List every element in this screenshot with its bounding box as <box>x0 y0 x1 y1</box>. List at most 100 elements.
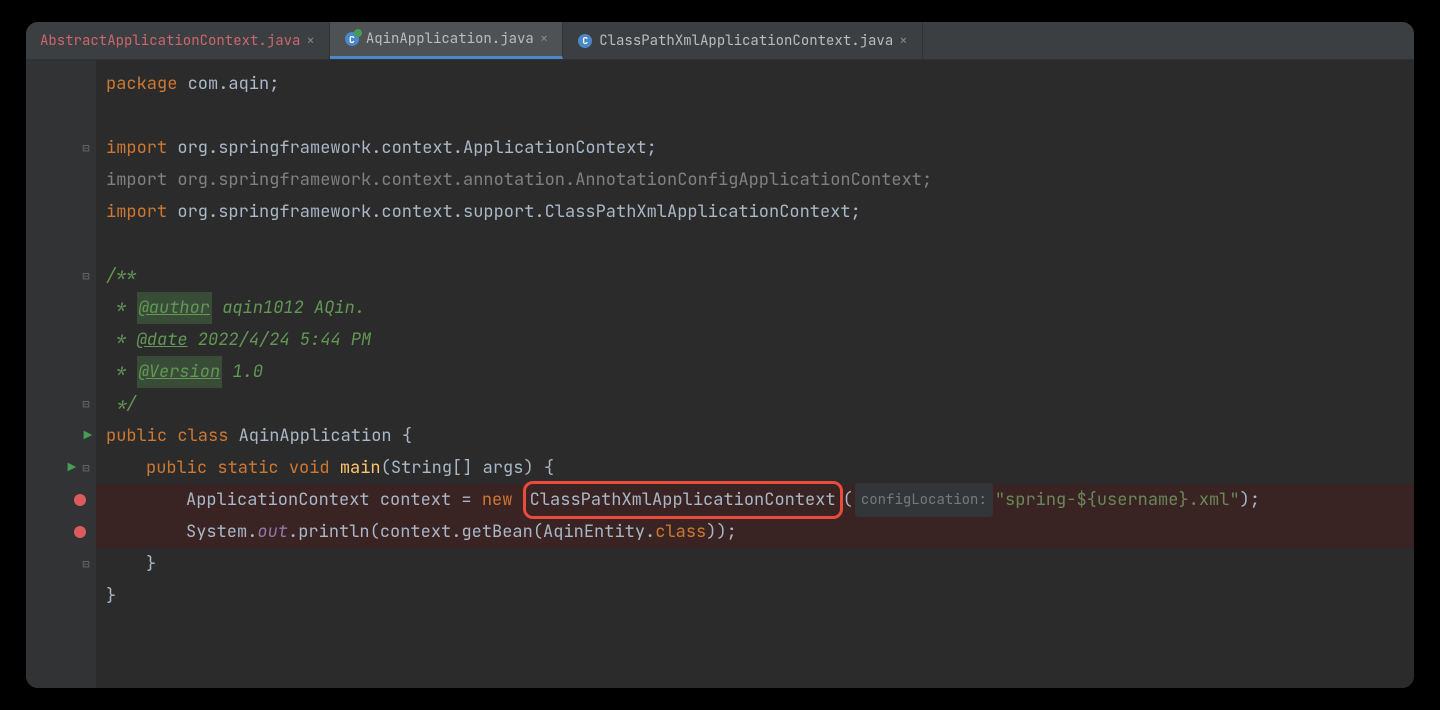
keyword: import <box>106 196 177 228</box>
keyword: new <box>482 484 523 516</box>
close-icon[interactable]: × <box>540 30 548 48</box>
punct: ( <box>381 452 391 484</box>
code-line <box>96 228 1414 260</box>
code-area[interactable]: package com.aqin; import org.springframe… <box>96 60 1414 688</box>
import-path: org.springframework.context.support.Clas… <box>177 196 850 228</box>
static-field: out <box>257 516 288 548</box>
code-line: } <box>96 548 1414 580</box>
method-call: getBean <box>461 516 532 548</box>
javadoc: * <box>106 356 137 388</box>
punct: . <box>451 516 461 548</box>
keyword: class <box>655 516 706 548</box>
tab-aqin-application[interactable]: C AqinApplication.java × <box>330 22 563 59</box>
code-line: import org.springframework.context.suppo… <box>96 196 1414 228</box>
javadoc: * <box>106 292 137 324</box>
brace: } <box>146 548 156 580</box>
operator: = <box>461 484 481 516</box>
tab-abstract-application-context[interactable]: AbstractApplicationContext.java × <box>26 22 330 59</box>
brace: { <box>402 420 412 452</box>
param: args <box>483 452 524 484</box>
punct: ; <box>269 68 279 100</box>
punct: ( <box>370 516 380 548</box>
close-icon[interactable]: × <box>899 32 907 50</box>
fold-icon[interactable]: ⊟ <box>80 140 92 156</box>
brace: { <box>544 452 554 484</box>
tab-classpath-xml-application-context[interactable]: C ClassPathXmlApplicationContext.java × <box>563 22 922 59</box>
run-icon[interactable]: ▶ <box>68 459 76 477</box>
code-line: package com.aqin; <box>96 68 1414 100</box>
code-line: * @author aqin1012 AQin. <box>96 292 1414 324</box>
editor-window: AbstractApplicationContext.java × C Aqin… <box>26 22 1414 688</box>
punct: ; <box>727 516 737 548</box>
import-path: org.springframework.context.ApplicationC… <box>177 132 646 164</box>
keyword: package <box>106 68 188 100</box>
punct: . <box>645 516 655 548</box>
close-icon[interactable]: × <box>306 32 314 50</box>
javadoc-tag: @date <box>137 324 188 356</box>
code-line: ApplicationContext context = new ClassPa… <box>96 484 1414 516</box>
code-line: * @date 2022/4/24 5:44 PM <box>96 324 1414 356</box>
editor-body: ⊟ ⊟ ⊟ ▶ ▶⊟ ⊟ package com.aqin; import or… <box>26 60 1414 688</box>
class-name: AqinApplication <box>239 420 402 452</box>
javadoc: */ <box>106 388 137 420</box>
punct: ( <box>843 484 853 516</box>
unused-import: import org.springframework.context.annot… <box>106 164 932 196</box>
code-line: import org.springframework.context.Appli… <box>96 132 1414 164</box>
string-literal: "spring-${username}.xml" <box>995 484 1240 516</box>
gutter[interactable]: ⊟ ⊟ ⊟ ▶ ▶⊟ ⊟ <box>26 60 96 688</box>
code-line <box>96 100 1414 132</box>
variable: context <box>380 484 462 516</box>
punct: [] <box>452 452 483 484</box>
punct: ( <box>533 516 543 548</box>
keyword: import <box>106 132 177 164</box>
tab-label: AbstractApplicationContext.java <box>40 32 300 50</box>
javadoc-tag: @author <box>137 292 212 324</box>
keyword: void <box>289 452 340 484</box>
javadoc-tag: @Version <box>137 356 223 388</box>
javadoc: * <box>106 324 137 356</box>
punct: ; <box>647 132 657 164</box>
code-line: System.out.println(context.getBean(AqinE… <box>96 516 1414 548</box>
run-icon[interactable]: ▶ <box>84 427 92 445</box>
code-line: */ <box>96 388 1414 420</box>
punct: ) <box>523 452 543 484</box>
keyword: static <box>217 452 288 484</box>
code-line: public static void main(String[] args) { <box>96 452 1414 484</box>
class-ref: AqinEntity <box>543 516 645 548</box>
javadoc: /** <box>106 260 137 292</box>
class-icon-letter: C <box>578 34 592 48</box>
highlighted-constructor: ClassPathXmlApplicationContext <box>523 481 843 519</box>
punct: ; <box>851 196 861 228</box>
javadoc-text: aqin1012 AQin. <box>212 292 365 324</box>
method-call: println <box>298 516 369 548</box>
package-name: com.aqin <box>188 68 270 100</box>
code-line: import org.springframework.context.annot… <box>96 164 1414 196</box>
method-name: main <box>340 452 381 484</box>
code-line: /** <box>96 260 1414 292</box>
fold-icon[interactable]: ⊟ <box>80 268 92 284</box>
breakpoint-icon[interactable] <box>74 526 86 538</box>
class-ref: System. <box>186 516 257 548</box>
tab-bar: AbstractApplicationContext.java × C Aqin… <box>26 22 1414 60</box>
code-line: public class AqinApplication { <box>96 420 1414 452</box>
fold-icon[interactable]: ⊟ <box>80 460 92 476</box>
java-class-icon: C <box>577 33 593 49</box>
javadoc-text: 1.0 <box>222 356 263 388</box>
type: String <box>391 452 452 484</box>
class-icon-letter: C <box>345 32 359 46</box>
fold-end-icon[interactable]: ⊟ <box>80 396 92 412</box>
tab-label: ClassPathXmlApplicationContext.java <box>599 32 893 50</box>
code-line: * @Version 1.0 <box>96 356 1414 388</box>
keyword: class <box>177 420 238 452</box>
type: ApplicationContext <box>186 484 380 516</box>
punct: ); <box>1240 484 1260 516</box>
fold-end-icon[interactable]: ⊟ <box>80 556 92 572</box>
breakpoint-icon[interactable] <box>74 494 86 506</box>
java-class-icon: C <box>344 31 360 47</box>
parameter-hint: configLocation: <box>855 483 993 517</box>
brace: } <box>106 580 116 612</box>
keyword: public <box>106 420 177 452</box>
punct: )) <box>706 516 726 548</box>
javadoc-text: 2022/4/24 5:44 PM <box>188 324 372 356</box>
keyword: public <box>146 452 217 484</box>
